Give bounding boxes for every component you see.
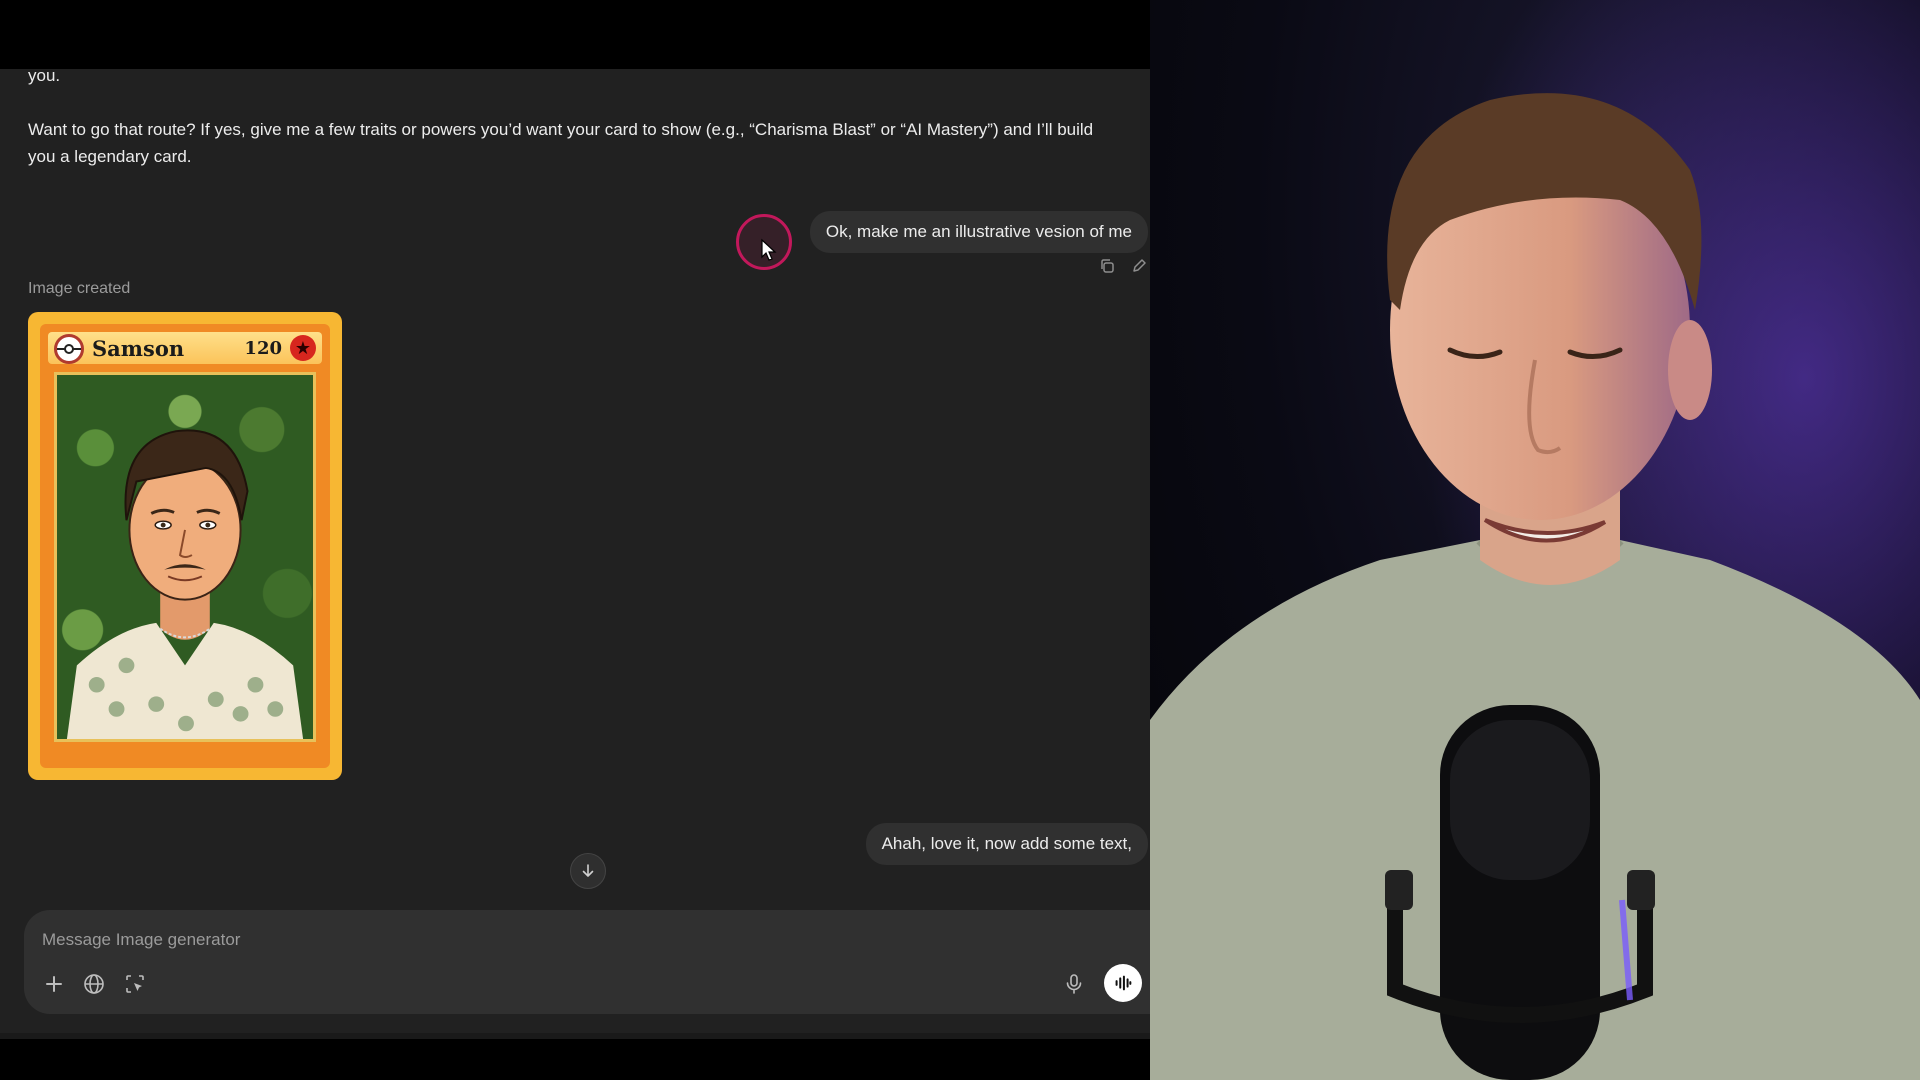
copy-icon[interactable]	[1099, 258, 1115, 274]
assistant-message-fragment: you.	[28, 66, 61, 85]
chat-scroll-area[interactable]: you. Want to go that route? If yes, give…	[0, 0, 1150, 1033]
voice-mode-icon	[1115, 975, 1132, 991]
pencil-icon[interactable]	[1131, 258, 1147, 274]
chat-panel: you. Want to go that route? If yes, give…	[0, 0, 1150, 1080]
card-name: Samson	[92, 336, 185, 361]
select-area-icon[interactable]	[123, 972, 147, 996]
user-message-bubble: Ahah, love it, now add some text,	[865, 823, 1148, 865]
card-portrait	[54, 372, 316, 742]
generated-card-image[interactable]: Samson 120 ★	[28, 312, 342, 780]
globe-icon[interactable]	[82, 972, 106, 996]
screen: you. Want to go that route? If yes, give…	[0, 0, 1920, 1080]
voice-mode-button[interactable]	[1104, 964, 1142, 1002]
star-icon: ★	[290, 335, 316, 361]
presenter-video	[1150, 0, 1920, 1080]
message-composer: Message Image generator	[24, 910, 1150, 1014]
card-frame: Samson 120 ★	[40, 324, 330, 768]
image-created-label: Image created	[28, 280, 131, 297]
message-input[interactable]: Message Image generator	[42, 930, 240, 950]
bottom-divider	[0, 1033, 1150, 1039]
mouse-cursor-icon	[761, 238, 777, 261]
top-black-bar	[0, 0, 1150, 69]
webcam-feed	[1150, 0, 1920, 1080]
microphone-icon[interactable]	[1062, 972, 1086, 996]
card-hp: 120	[244, 338, 282, 359]
arrow-down-icon	[582, 864, 594, 877]
pokeball-icon	[54, 334, 84, 364]
user-message-bubble: Ok, make me an illustrative vesion of me	[809, 211, 1148, 253]
scroll-to-bottom-button[interactable]	[570, 853, 606, 889]
plus-icon[interactable]	[42, 972, 66, 996]
card-header: Samson 120 ★	[48, 332, 322, 364]
assistant-message: Want to go that route? If yes, give me a…	[28, 120, 1094, 166]
